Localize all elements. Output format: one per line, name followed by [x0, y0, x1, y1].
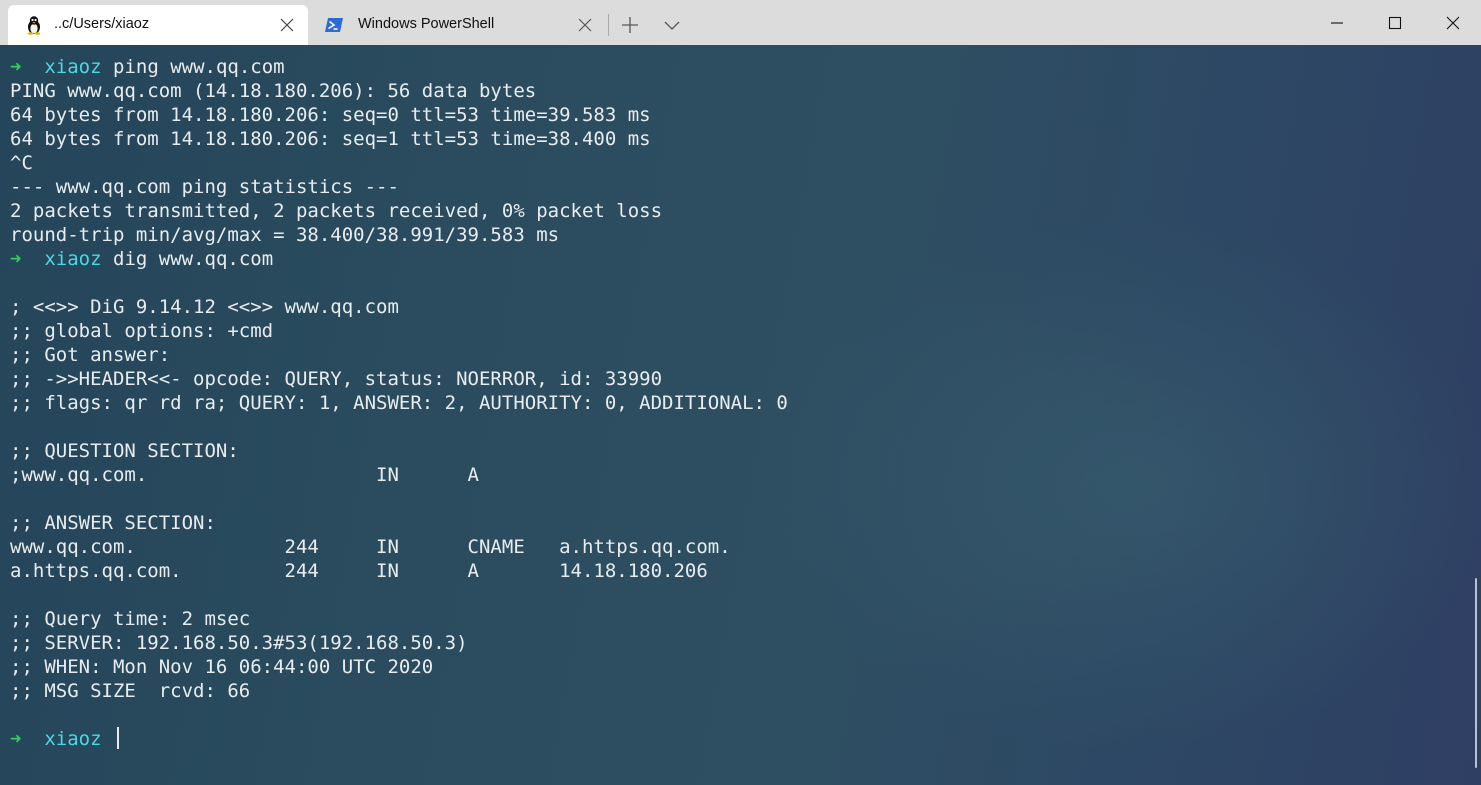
output-line: PING www.qq.com (14.18.180.206): 56 data…: [10, 80, 537, 102]
output-line: ;www.qq.com. IN A: [10, 464, 479, 486]
tab-title: ..c/Users/xiaoz: [54, 16, 150, 32]
maximize-icon: [1388, 16, 1402, 29]
output-line: 64 bytes from 14.18.180.206: seq=0 ttl=5…: [10, 104, 651, 126]
tab-bar: ..c/Users/xiaoz Windows PowerShell: [0, 0, 1481, 45]
output-line: ;; MSG SIZE rcvd: 66: [10, 680, 251, 702]
terminal-output: ➜ xiaoz ping www.qq.com PING www.qq.com (…: [10, 55, 788, 751]
close-window-button[interactable]: [1424, 0, 1481, 45]
tab-separator: [608, 14, 609, 36]
scrollbar[interactable]: [1475, 578, 1477, 768]
output-line: 2 packets transmitted, 2 packets receive…: [10, 200, 663, 222]
command-text: dig www.qq.com: [113, 248, 274, 270]
prompt-arrow-icon: ➜: [10, 248, 22, 270]
windows-terminal-window: ..c/Users/xiaoz Windows PowerShell ➜ xia…: [0, 0, 1481, 785]
output-line: 64 bytes from 14.18.180.206: seq=1 ttl=5…: [10, 128, 651, 150]
output-line: ;; QUESTION SECTION:: [10, 440, 239, 462]
text-cursor: [117, 727, 119, 749]
tab-windows-powershell[interactable]: Windows PowerShell: [312, 5, 606, 45]
output-line: ;; WHEN: Mon Nov 16 06:44:00 UTC 2020: [10, 656, 434, 678]
output-line: ;; Query time: 2 msec: [10, 608, 251, 630]
output-line: ;; flags: qr rd ra; QUERY: 1, ANSWER: 2,…: [10, 392, 788, 414]
output-line: --- www.qq.com ping statistics ---: [10, 176, 399, 198]
output-line: ;; ANSWER SECTION:: [10, 512, 216, 534]
command-text: ping www.qq.com: [113, 56, 285, 78]
close-icon: [1446, 16, 1460, 29]
prompt-username: xiaoz: [44, 56, 102, 78]
output-line: round-trip min/avg/max = 38.400/38.991/3…: [10, 224, 560, 246]
prompt-arrow-icon: ➜: [10, 728, 22, 750]
prompt-line: ➜ xiaoz dig www.qq.com: [10, 247, 788, 271]
output-line: ;; Got answer:: [10, 344, 171, 366]
output-line: a.https.qq.com. 244 IN A 14.18.180.206: [10, 560, 708, 582]
linux-tux-icon: [27, 16, 41, 35]
powershell-icon: [325, 18, 343, 32]
minimize-icon: [1331, 21, 1343, 24]
output-line: ; <<>> DiG 9.14.12 <<>> www.qq.com: [10, 296, 399, 318]
output-line: ;; SERVER: 192.168.50.3#53(192.168.50.3): [10, 632, 468, 654]
maximize-button[interactable]: [1366, 0, 1424, 45]
close-tab-icon[interactable]: [280, 18, 294, 32]
prompt-arrow-icon: ➜: [10, 56, 22, 78]
prompt-username: xiaoz: [44, 248, 102, 270]
tab-linux-shell[interactable]: ..c/Users/xiaoz: [8, 5, 308, 45]
prompt-line: ➜ xiaoz: [10, 727, 788, 751]
prompt-line: ➜ xiaoz ping www.qq.com: [10, 55, 788, 79]
prompt-username: xiaoz: [44, 728, 102, 750]
tab-title: Windows PowerShell: [358, 16, 495, 32]
output-line: ;; global options: +cmd: [10, 320, 274, 342]
chevron-down-icon[interactable]: [660, 13, 684, 37]
output-line: ^C: [10, 152, 33, 174]
output-line: www.qq.com. 244 IN CNAME a.https.qq.com.: [10, 536, 731, 558]
minimize-button[interactable]: [1308, 0, 1366, 45]
new-tab-plus-icon[interactable]: [618, 13, 642, 37]
terminal-pane[interactable]: ➜ xiaoz ping www.qq.com PING www.qq.com (…: [0, 45, 1481, 785]
output-line: ;; ->>HEADER<<- opcode: QUERY, status: N…: [10, 368, 663, 390]
close-tab-icon[interactable]: [578, 18, 592, 32]
